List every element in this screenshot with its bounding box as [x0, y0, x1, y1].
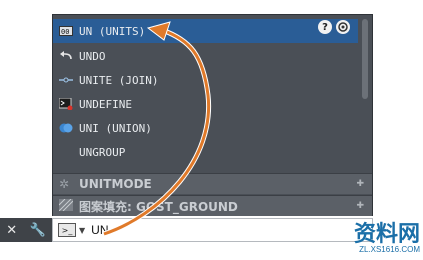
suggestion-label: UN (UNITS)	[79, 24, 146, 38]
watermark-logo: 资料网	[353, 220, 420, 246]
watermark-url: ZL.XS1616.COM	[359, 244, 420, 254]
hatch-icon	[58, 198, 74, 214]
section-unitmode[interactable]: ✲ UNITMODE ✚	[53, 173, 372, 194]
suggestion-label: UNITE (JOIN)	[79, 73, 159, 87]
suggestion-label: UNDEFINE	[79, 97, 132, 111]
undo-arrow-icon	[59, 50, 73, 62]
units-icon: 00	[59, 25, 73, 37]
settings-icon[interactable]	[336, 20, 350, 34]
section-hatch[interactable]: 图案填充: GOST_GROUND ✚	[53, 195, 372, 216]
autocomplete-panel: 00 UN (UNITS) ? UNDO UNITE (JOIN) UNDEFI…	[52, 14, 373, 216]
union-icon	[59, 122, 73, 134]
suggestion-units[interactable]: 00 UN (UNITS)	[53, 19, 358, 43]
svg-text:00: 00	[61, 28, 69, 36]
section-label: 图案填充: GOST_GROUND	[79, 199, 238, 214]
command-line-tools: ✕ 🔧	[0, 218, 52, 242]
suggestion-label: UNI (UNION)	[79, 121, 152, 135]
section-label: UNITMODE	[79, 177, 152, 191]
chevron-down-icon[interactable]: ▼	[79, 226, 85, 235]
help-icon[interactable]: ?	[318, 20, 332, 34]
scrollbar-thumb[interactable]	[362, 19, 368, 99]
suggestion-undefine[interactable]: UNDEFINE	[53, 92, 358, 116]
expand-icon[interactable]: ✚	[356, 179, 364, 189]
suggestion-label: UNGROUP	[79, 145, 126, 159]
suggestion-label: UNDO	[79, 49, 106, 63]
gear-icon: ✲	[59, 177, 70, 191]
suggestion-ungroup[interactable]: UNGROUP	[53, 140, 358, 164]
join-icon	[59, 74, 73, 86]
ungroup-icon	[59, 146, 73, 158]
wrench-icon[interactable]: 🔧	[30, 223, 46, 238]
watermark: 资料网 ZL.XS1616.COM	[288, 218, 420, 258]
suggestion-unite[interactable]: UNITE (JOIN)	[53, 68, 358, 92]
close-icon[interactable]: ✕	[6, 223, 17, 238]
suggestion-undo[interactable]: UNDO	[53, 44, 358, 68]
command-prompt-icon[interactable]: >_	[58, 223, 76, 237]
scrollbar[interactable]	[359, 17, 371, 171]
undefine-icon	[59, 98, 73, 110]
expand-icon[interactable]: ✚	[356, 201, 364, 211]
command-input[interactable]: UN	[91, 223, 108, 237]
suggestion-union[interactable]: UNI (UNION)	[53, 116, 358, 140]
